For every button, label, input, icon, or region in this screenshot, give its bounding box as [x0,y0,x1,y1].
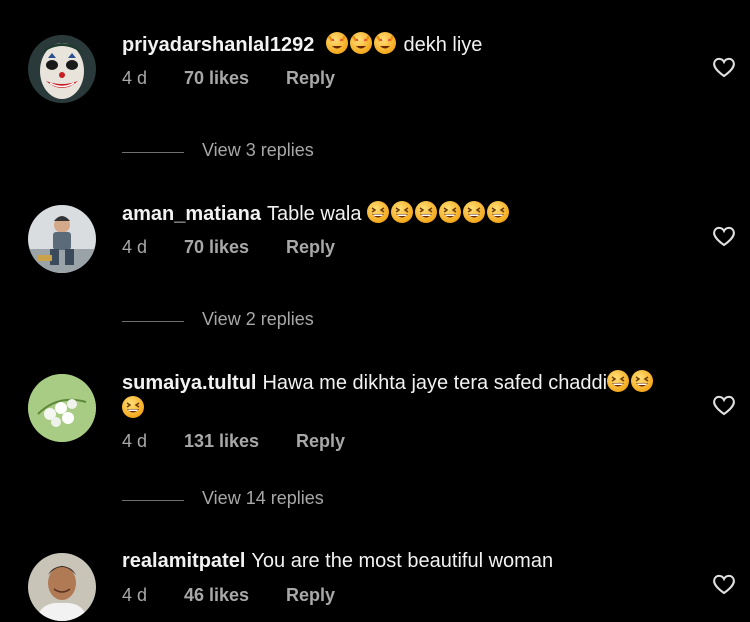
comment-time: 4 d [122,431,148,451]
grinning-squinting-face-icon [122,396,144,418]
emoji-group [367,201,511,225]
grinning-squinting-face-icon [463,201,486,223]
comment-body: Table wala [266,203,362,225]
view-replies-label: View 14 replies [202,488,324,508]
heart-outline-icon [713,574,735,595]
comment-time: 4 d [122,585,148,605]
likes-count[interactable]: 70 likes [184,68,249,89]
grinning-squinting-face-icon [487,201,510,223]
heart-eyes-cat-icon [373,32,396,54]
comment-text: aman_matiana Table wala [122,201,682,227]
comment-username[interactable]: aman_matiana [122,203,261,225]
like-button[interactable] [712,56,736,78]
comment-text: priyadarshanlal1292 dekh liye [122,32,682,58]
avatar[interactable] [28,205,96,273]
comment-body: Hawa me dikhta jaye tera safed chaddi [262,372,608,394]
heart-outline-icon [713,57,735,78]
comment-time: 4 d [122,68,148,88]
likes-count[interactable]: 131 likes [184,431,259,452]
grinning-squinting-face-icon [367,201,390,223]
joker-avatar-image [28,35,96,103]
heart-eyes-cat-icon [349,32,372,54]
replies-divider [122,321,184,322]
like-button[interactable] [712,573,736,595]
comment-body: You are the most beautiful woman [251,550,554,572]
view-replies-button[interactable]: View 3 replies [122,140,362,164]
comment-username[interactable]: sumaiya.tultul [122,372,256,394]
view-replies-label: View 3 replies [202,140,314,160]
heart-eyes-cat-icon [325,32,348,54]
likes-count[interactable]: 46 likes [184,585,249,606]
reply-button[interactable]: Reply [286,237,335,258]
comment-username[interactable]: realamitpatel [122,550,245,572]
like-button[interactable] [712,394,736,416]
comment-text: sumaiya.tultul Hawa me dikhta jaye tera s… [122,370,667,422]
flower-avatar-image [28,374,96,442]
view-replies-label: View 2 replies [202,309,314,329]
replies-divider [122,500,184,501]
grinning-squinting-face-icon [415,201,438,223]
grinning-squinting-face-icon [631,370,654,392]
emoji-group [320,32,403,56]
grinning-squinting-face-icon [607,370,630,392]
reply-button[interactable]: Reply [286,68,335,89]
avatar[interactable] [28,35,96,103]
man-avatar-image [28,553,96,621]
reply-button[interactable]: Reply [296,431,345,452]
heart-outline-icon [713,226,735,247]
view-replies-button[interactable]: View 2 replies [122,309,362,333]
heart-outline-icon [713,395,735,416]
view-replies-button[interactable]: View 14 replies [122,488,362,512]
reply-button[interactable]: Reply [286,585,335,606]
comment-body: dekh liye [403,34,483,56]
child-avatar-image [28,205,96,273]
grinning-squinting-face-icon [439,201,462,223]
avatar[interactable] [28,374,96,442]
comment-text: realamitpatel You are the most beautiful … [122,549,682,574]
avatar[interactable] [28,553,96,621]
comment-username[interactable]: priyadarshanlal1292 [122,34,314,56]
replies-divider [122,152,184,153]
like-button[interactable] [712,225,736,247]
comment-time: 4 d [122,237,148,257]
grinning-squinting-face-icon [391,201,414,223]
likes-count[interactable]: 70 likes [184,237,249,258]
